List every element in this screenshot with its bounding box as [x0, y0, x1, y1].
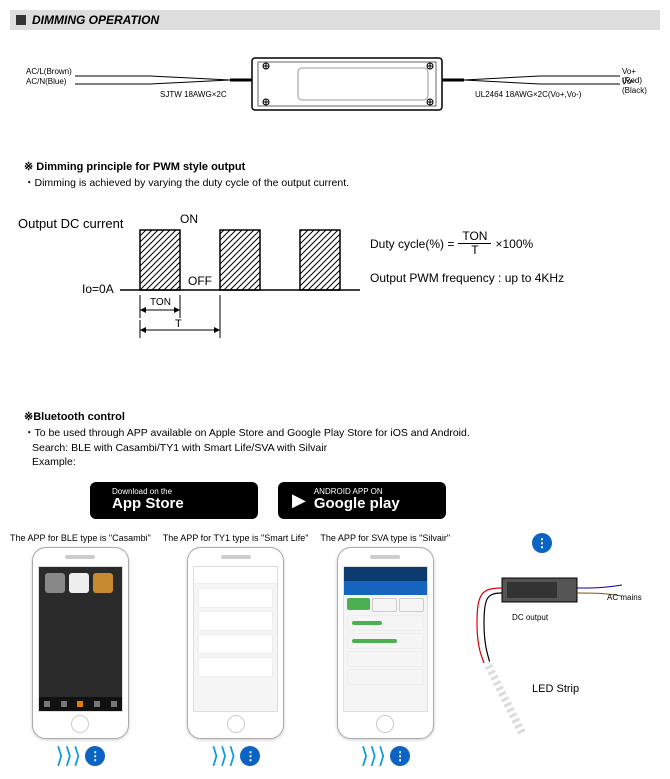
- ac-l-label: AC/L(Brown): [26, 67, 72, 76]
- wifi-icon: ⟩⟩⟩: [56, 743, 82, 769]
- dc-output-label: DC output: [512, 613, 548, 622]
- apps-row: The APP for BLE type is "Casambi" ⟩⟩⟩: [10, 533, 660, 769]
- pwm-on-label: ON: [180, 212, 198, 226]
- ac-n-label: AC/N(Blue): [26, 77, 66, 86]
- bluetooth-icon: ⋮: [390, 746, 410, 766]
- google-play-icon: ▶: [292, 490, 306, 511]
- duty-fraction: TON T: [458, 230, 491, 257]
- led-strip-label: LED Strip: [532, 683, 579, 695]
- phone-silvair: [337, 547, 434, 739]
- pwm-ton-label: TON: [150, 297, 171, 308]
- in-cable-label: SJTW 18AWG×2C: [160, 90, 227, 99]
- pwm-area: Output DC current ON OFF Io=0A TON T Dut…: [10, 210, 660, 350]
- app3-caption: The APP for SVA type is "Silvair": [320, 533, 450, 543]
- pwm-graph: Output DC current ON OFF Io=0A TON T: [10, 210, 370, 350]
- bt-head: ※Bluetooth control: [24, 410, 646, 423]
- duty-num: TON: [458, 230, 491, 244]
- app-store-big: App Store: [112, 496, 184, 513]
- phone-casambi: [32, 547, 129, 739]
- section-header: DIMMING OPERATION: [10, 10, 660, 30]
- pwm-principle-text: ・Dimming is achieved by varying the duty…: [24, 175, 646, 190]
- app-store-button[interactable]: Download on the App Store: [90, 482, 258, 519]
- pwm-t-label: T: [175, 318, 182, 330]
- duty-formula: Duty cycle(%) = TON T ×100%: [370, 230, 660, 257]
- bt-line3: Example:: [32, 456, 646, 468]
- pwm-freq: Output PWM frequency : up to 4KHz: [370, 271, 660, 285]
- wiring-diagram: ⋮ AC mains DC output LED Strip: [462, 533, 660, 753]
- header-title: DIMMING OPERATION: [32, 13, 159, 27]
- pwm-y-label: Output DC current: [18, 216, 124, 231]
- pwm-off-label: OFF: [188, 274, 212, 288]
- wifi-icon: ⟩⟩⟩: [211, 743, 237, 769]
- bluetooth-icon: ⋮: [85, 746, 105, 766]
- app2-caption: The APP for TY1 type is "Smart Life": [163, 533, 309, 543]
- duty-label: Duty cycle(%) =: [370, 237, 454, 251]
- app-col-sva: The APP for SVA type is "Silvair": [320, 533, 450, 769]
- bt-line1: ・To be used through APP available on App…: [24, 425, 646, 440]
- duty-tail: ×100%: [495, 237, 533, 251]
- wifi-icon: ⟩⟩⟩: [360, 743, 386, 769]
- out-cable-label: UL2464 18AWG×2C(Vo+,Vo-): [475, 90, 581, 99]
- app-col-ble: The APP for BLE type is "Casambi" ⟩⟩⟩: [10, 533, 151, 769]
- app1-caption: The APP for BLE type is "Casambi": [10, 533, 151, 543]
- bluetooth-icon: ⋮: [240, 746, 260, 766]
- driver-diagram: AC/L(Brown) AC/N(Blue) SJTW 18AWG×2C UL2…: [20, 50, 650, 140]
- pwm-principle-head: ※ Dimming principle for PWM style output: [24, 160, 646, 173]
- store-buttons: Download on the App Store ▶ ANDROID APP …: [90, 482, 660, 519]
- pwm-io-label: Io=0A: [82, 282, 114, 296]
- phone-smartlife: [187, 547, 284, 739]
- google-play-button[interactable]: ▶ ANDROID APP ON Google play: [278, 482, 446, 519]
- pwm-text-block: Duty cycle(%) = TON T ×100% Output PWM f…: [370, 210, 660, 350]
- app-col-ty1: The APP for TY1 type is "Smart Life" ⟩⟩⟩…: [163, 533, 309, 769]
- google-big: Google play: [314, 496, 400, 513]
- ac-mains-label: AC mains: [607, 593, 642, 602]
- duty-den: T: [467, 244, 482, 257]
- vo-neg-label: Vo-(Black): [622, 77, 650, 95]
- header-square-icon: [16, 15, 26, 25]
- bt-line2: Search: BLE with Casambi/TY1 with Smart …: [32, 442, 646, 454]
